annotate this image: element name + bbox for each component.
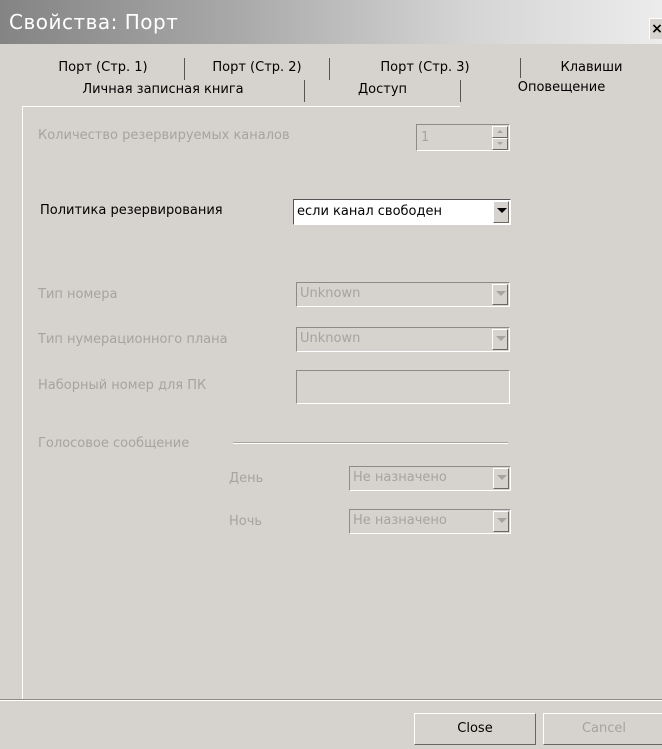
voice-message-group-label: Голосовое сообщение (38, 436, 190, 451)
tab-personal-phonebook[interactable]: Личная записная книга (22, 80, 305, 102)
night-message-value: Не назначено (353, 513, 447, 528)
night-message-select[interactable]: Не назначено (349, 509, 511, 534)
tab-panel-border-left (22, 106, 23, 700)
title-bar: Свойства: Порт × (0, 0, 662, 44)
group-divider (233, 442, 508, 444)
footer-separator (0, 699, 662, 701)
tab-access[interactable]: Доступ (305, 80, 461, 102)
tab-port-page-2[interactable]: Порт (Стр. 2) (185, 58, 330, 80)
tab-keys[interactable]: Клавиши (521, 58, 662, 80)
reservation-policy-label: Политика резервирования (40, 203, 223, 218)
reservation-policy-value: если канал свободен (297, 204, 442, 219)
numbering-plan-select[interactable]: Unknown (296, 327, 510, 352)
close-button[interactable]: Close (414, 713, 536, 745)
spinner-up-icon[interactable] (492, 126, 508, 138)
chevron-down-icon[interactable] (492, 329, 508, 350)
cancel-button[interactable]: Cancel (543, 713, 662, 745)
reserved-channels-label: Количество резервируемых каналов (38, 128, 290, 143)
number-type-value: Unknown (300, 286, 361, 301)
pc-dial-number-input[interactable] (296, 370, 510, 404)
chevron-down-icon[interactable] (493, 468, 509, 489)
tab-port-page-1[interactable]: Порт (Стр. 1) (22, 58, 185, 80)
number-type-label: Тип номера (38, 287, 118, 302)
tab-port-page-3[interactable]: Порт (Стр. 3) (330, 58, 521, 80)
night-label: Ночь (229, 514, 263, 529)
chevron-down-icon[interactable] (493, 201, 509, 223)
chevron-down-icon[interactable] (492, 284, 508, 305)
chevron-down-icon[interactable] (493, 511, 509, 532)
reserved-channels-value: 1 (421, 130, 430, 145)
reserved-channels-spinner[interactable]: 1 (416, 124, 510, 151)
window-title: Свойства: Порт (9, 10, 179, 34)
day-message-select[interactable]: Не назначено (349, 466, 511, 491)
tab-notification[interactable]: Оповещение (461, 78, 662, 100)
numbering-plan-label: Тип нумерационного плана (38, 332, 228, 347)
close-icon[interactable]: × (649, 18, 662, 39)
numbering-plan-value: Unknown (300, 331, 361, 346)
spinner-down-icon[interactable] (492, 138, 508, 150)
reservation-policy-select[interactable]: если канал свободен (293, 199, 511, 225)
pc-dial-number-label: Наборный номер для ПК (38, 378, 207, 393)
day-label: День (229, 471, 264, 486)
number-type-select[interactable]: Unknown (296, 282, 510, 307)
tab-panel-border (22, 106, 460, 107)
day-message-value: Не назначено (353, 470, 447, 485)
